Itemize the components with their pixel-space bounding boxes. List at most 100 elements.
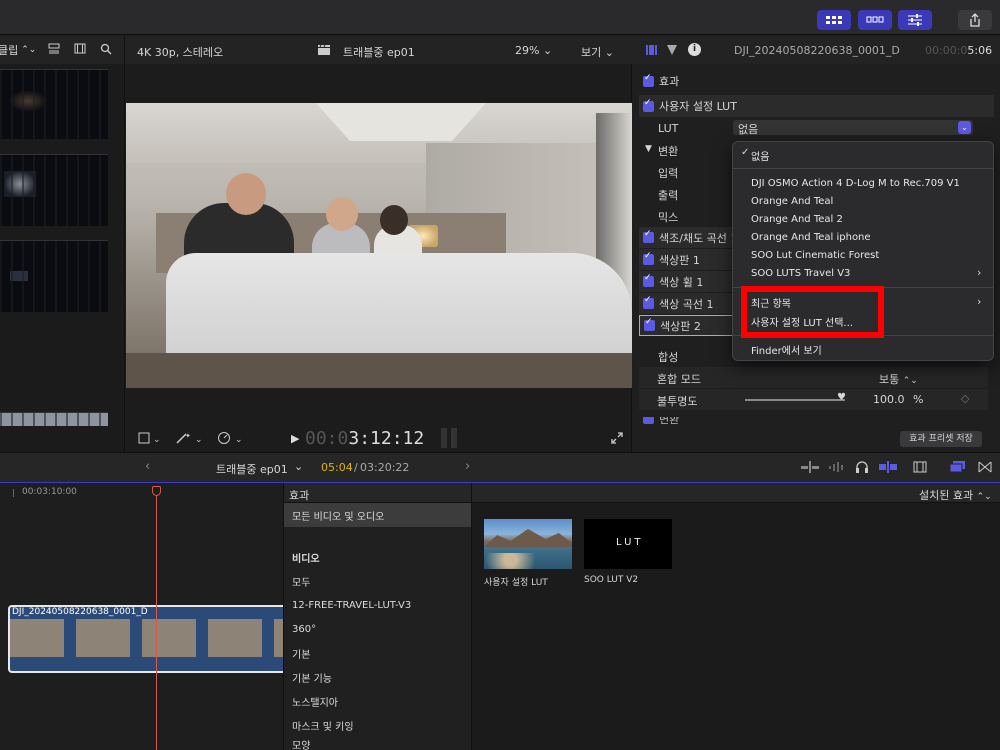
menu-item-soo-travel[interactable]: SOO LUTS Travel V3 <box>751 264 850 282</box>
svg-text:⌄: ⌄ <box>195 435 203 445</box>
info-icon[interactable]: i <box>688 43 701 56</box>
audio-skimming-icon[interactable] <box>828 461 846 476</box>
effects-header: 효과 <box>284 483 472 503</box>
transform-tool-icon[interactable]: ⌄ <box>137 431 163 448</box>
filmstrip-icon[interactable] <box>74 43 86 57</box>
clip-appearance-icon[interactable] <box>913 461 927 476</box>
timeline-area: ‹ 트래블중 ep01 ⌄ 05:04 / 03:20:22 › 00:03:1… <box>0 452 1000 750</box>
installed-effects-dropdown[interactable]: 설치된 효과 ⌃⌄ <box>919 487 992 503</box>
transitions-browser-icon[interactable] <box>978 461 992 476</box>
checkbox-icon[interactable] <box>643 273 654 287</box>
zoom-value: 29% <box>515 44 540 57</box>
category-all-video-audio[interactable]: 모든 비디오 및 오디오 <box>284 503 472 527</box>
view-dropdown[interactable]: 보기 ⌄ <box>581 44 614 60</box>
search-icon[interactable] <box>100 43 112 58</box>
clip-thumbnail[interactable] <box>0 69 108 139</box>
category-masks-keying[interactable]: 마스크 및 키잉 <box>284 713 472 737</box>
slider-handle-icon[interactable]: ♥ <box>837 392 846 403</box>
timeline-total-time: 03:20:22 <box>360 461 410 474</box>
snapping-icon[interactable] <box>879 461 897 476</box>
color-inspector-icon[interactable] <box>666 44 678 59</box>
speed-icon[interactable]: ⌄ <box>217 431 247 448</box>
inspector-adjust-icon[interactable] <box>898 10 932 30</box>
ruler-time-label: 00:03:10:00 <box>22 487 77 497</box>
soo-lut-thumbnail[interactable]: LUT <box>584 519 672 569</box>
timeline-project-name[interactable]: 트래블중 ep01 <box>216 461 288 477</box>
category-all[interactable]: 모두 <box>284 569 472 593</box>
menu-item-orange-teal-iphone[interactable]: Orange And Teal iphone <box>751 228 871 246</box>
effects-browser-icon[interactable] <box>949 461 966 476</box>
chevron-right-icon: › <box>977 266 982 279</box>
play-icon[interactable]: ▶ <box>291 432 299 445</box>
opacity-value[interactable]: 100.0 <box>873 393 905 406</box>
clip-thumbnail[interactable] <box>0 412 108 426</box>
timecode-dim: 00:0 <box>305 428 349 449</box>
checkbox-icon[interactable] <box>643 417 654 424</box>
checkbox-icon[interactable] <box>643 229 654 243</box>
browser-title[interactable]: 클립 <box>0 42 18 58</box>
effects-section[interactable]: 효과 <box>633 70 1000 92</box>
browser-header: 클립 ⌃⌄ <box>0 36 124 64</box>
category-basic[interactable]: 기본 <box>284 641 472 665</box>
chevron-down-icon: ⌄ <box>604 46 614 59</box>
category-nostalgia[interactable]: 노스탤지아 <box>284 689 472 713</box>
fullscreen-icon[interactable] <box>611 432 623 447</box>
timeline-time-separator: / <box>354 461 358 474</box>
checkbox-icon[interactable] <box>643 73 654 87</box>
timeline-clip[interactable]: DJI_20240508220638_0001_D <box>8 605 283 673</box>
keyframe-icon[interactable]: ◇ <box>961 392 969 405</box>
chevron-down-icon[interactable]: ⌄ <box>294 460 303 473</box>
sort-chevron-icon[interactable]: ⌃⌄ <box>21 45 36 55</box>
effect-custom-lut-label[interactable]: 사용자 설정 LUT <box>484 575 548 588</box>
lut-dropdown[interactable]: 없음 ⌄ <box>733 120 973 136</box>
menu-item-dji-osmo[interactable]: DJI OSMO Action 4 D-Log M to Rec.709 V1 <box>751 174 960 192</box>
menu-item-none[interactable]: 없음 <box>751 146 769 164</box>
category-video-heading: 비디오 <box>292 553 320 565</box>
chevron-updown-icon: ⌃⌄ <box>902 376 918 386</box>
checkbox-icon[interactable] <box>643 295 654 309</box>
category-shapes[interactable]: 모양 <box>284 737 472 750</box>
timeline-track-area[interactable]: 00:03:10:00 DJI_20240508220638_0001_D <box>0 483 283 750</box>
playhead-handle-icon[interactable] <box>152 486 161 496</box>
compositing-label: 합성 <box>658 351 679 364</box>
lut-dropdown-value: 없음 <box>738 123 759 136</box>
timecode-display[interactable]: 00:03:12:12 <box>305 428 424 449</box>
video-inspector-icon[interactable] <box>645 44 658 59</box>
clip-thumbnail[interactable] <box>0 240 108 312</box>
checkbox-icon[interactable] <box>644 317 655 331</box>
zoom-dropdown[interactable]: 29% ⌄ <box>515 44 552 57</box>
browser-view-icon[interactable] <box>858 10 892 30</box>
list-view-icon[interactable] <box>48 43 60 57</box>
menu-item-show-in-finder[interactable]: Finder에서 보기 <box>751 340 822 358</box>
menu-item-orange-teal[interactable]: Orange And Teal <box>751 192 833 210</box>
menu-item-soo-cinematic[interactable]: SOO Lut Cinematic Forest <box>751 246 879 264</box>
effects-grid-header: 설치된 효과 ⌃⌄ <box>472 483 1000 503</box>
timecode: 3:12:12 <box>348 428 425 449</box>
checkbox-icon[interactable] <box>643 98 654 112</box>
mix-label: 믹스 <box>658 211 679 224</box>
library-grid-icon[interactable] <box>817 10 851 30</box>
custom-lut-effect[interactable]: 사용자 설정 LUT <box>639 95 994 117</box>
blend-mode-dropdown[interactable]: 보통 ⌃⌄ <box>879 371 918 387</box>
magic-wand-icon[interactable]: ✦ ⌄ <box>175 431 205 448</box>
clip-skimming-icon[interactable] <box>801 461 819 476</box>
color-board-2-label: 색상판 2 <box>660 319 701 333</box>
opacity-slider[interactable] <box>745 399 845 401</box>
menu-item-orange-teal-2[interactable]: Orange And Teal 2 <box>751 210 843 228</box>
save-preset-button[interactable]: 효과 프리셋 저장 <box>900 431 982 447</box>
checkbox-icon[interactable] <box>643 251 654 265</box>
share-icon[interactable] <box>958 10 992 30</box>
category-12-free-travel-lut[interactable]: 12-FREE-TRAVEL-LUT-V3 <box>284 593 472 617</box>
back-arrow-icon[interactable]: ‹ <box>145 459 150 474</box>
category-basic-functions[interactable]: 기본 기능 <box>284 665 472 689</box>
headphones-icon[interactable] <box>855 461 869 476</box>
mountain-lake-thumbnail[interactable] <box>484 519 572 569</box>
disclosure-triangle-icon[interactable]: ▼ <box>645 144 652 154</box>
inspector-header: i DJI_20240508220638_0001_D 00:00:05:06 <box>633 36 1000 64</box>
video-frame[interactable] <box>126 103 632 388</box>
clip-thumbnail[interactable] <box>0 154 108 226</box>
category-360[interactable]: 360° <box>284 617 472 641</box>
forward-arrow-icon[interactable]: › <box>465 459 470 474</box>
effect-soo-lut-label[interactable]: SOO LUT V2 <box>584 575 638 585</box>
opacity-row: 불투명도 ♥ 100.0 % ◇ <box>639 389 988 410</box>
